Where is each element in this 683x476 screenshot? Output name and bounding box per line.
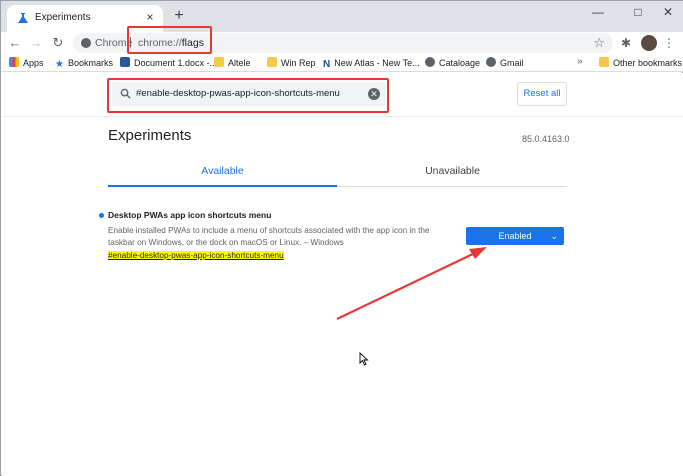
browser-window: Experiments × + — □ ✕ ← → ↻ Chrome | chr… (0, 0, 683, 476)
annotation-arrow (336, 247, 487, 320)
